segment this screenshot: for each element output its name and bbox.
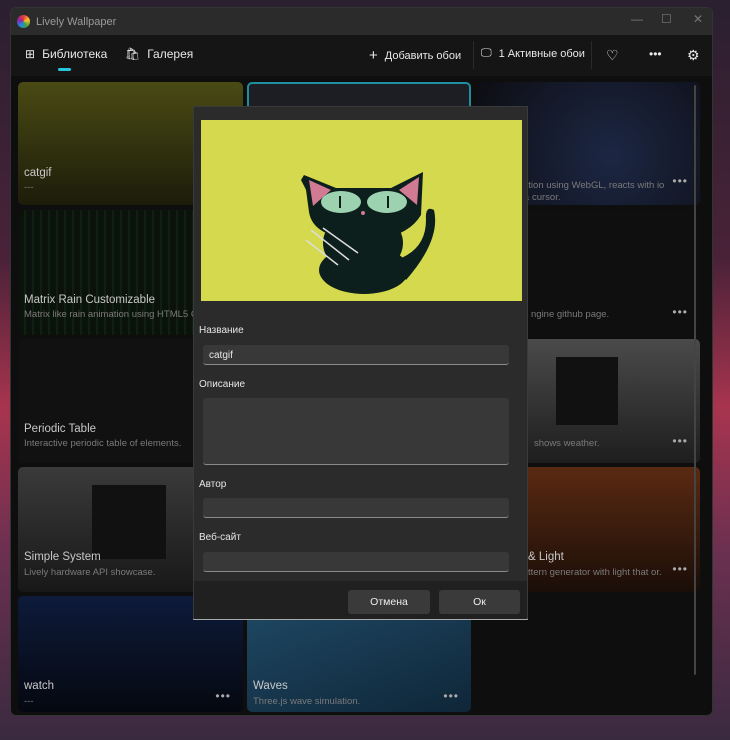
more-icon: ••• bbox=[649, 47, 662, 61]
card-description: --- bbox=[24, 696, 34, 707]
active-tab-indicator bbox=[58, 68, 71, 71]
author-label: Автор bbox=[199, 479, 227, 490]
card-title: & Light bbox=[528, 551, 564, 563]
tab-gallery[interactable]: 🛍︎ Галерея bbox=[125, 47, 193, 61]
card-title: catgif bbox=[24, 167, 52, 179]
add-wallpaper-button[interactable]: + Добавить обои bbox=[369, 47, 461, 64]
scrollbar[interactable] bbox=[694, 85, 696, 675]
lively-logo-icon bbox=[17, 15, 30, 28]
add-wallpaper-label: Добавить обои bbox=[384, 49, 462, 62]
divider bbox=[473, 41, 474, 69]
name-label: Название bbox=[199, 325, 244, 336]
more-options-button[interactable]: ••• bbox=[672, 305, 688, 319]
card-title: watch bbox=[24, 680, 55, 692]
more-options-button[interactable]: ••• bbox=[443, 689, 459, 703]
author-input[interactable] bbox=[203, 498, 509, 518]
website-label: Веб-сайт bbox=[199, 532, 241, 543]
heart-icon: ♡ bbox=[606, 47, 619, 63]
window-title: Lively Wallpaper bbox=[36, 15, 117, 28]
card-title: Waves bbox=[253, 680, 288, 692]
card-description: ation using WebGL, reacts with io & curs… bbox=[523, 180, 665, 203]
shopping-bag-icon: 🛍︎ bbox=[125, 47, 141, 61]
ok-button[interactable]: Ок bbox=[439, 590, 520, 614]
tab-library[interactable]: ⊞ Библиотека bbox=[25, 47, 107, 61]
more-button[interactable]: ••• bbox=[649, 47, 662, 61]
divider bbox=[591, 41, 592, 69]
name-input[interactable]: catgif bbox=[203, 345, 509, 365]
monitor-icon: 🖵 bbox=[481, 47, 492, 59]
more-options-button[interactable]: ••• bbox=[672, 562, 688, 576]
wallpaper-preview bbox=[201, 120, 522, 301]
favorite-button[interactable]: ♡ bbox=[606, 47, 619, 64]
more-options-button[interactable]: ••• bbox=[672, 174, 688, 188]
cat-image bbox=[301, 172, 436, 294]
active-wallpapers-button[interactable]: 🖵 1 Активные обои bbox=[481, 47, 585, 60]
website-input[interactable] bbox=[203, 552, 509, 572]
active-wallpapers-label: 1 Активные обои bbox=[498, 47, 585, 60]
title-bar: Lively Wallpaper — ☐ ✕ bbox=[11, 8, 712, 35]
top-nav: ⊞ Библиотека 🛍︎ Галерея + Добавить обои 🖵 1 … bbox=[11, 35, 712, 76]
tab-gallery-label: Галерея bbox=[147, 47, 194, 61]
card-title: Matrix Rain Customizable bbox=[24, 294, 156, 306]
weather-widget-preview bbox=[556, 357, 618, 425]
cancel-button[interactable]: Отмена bbox=[348, 590, 430, 614]
gear-icon: ⚙ bbox=[687, 47, 700, 63]
description-label: Описание bbox=[199, 379, 246, 390]
card-title: Periodic Table bbox=[24, 423, 97, 435]
more-options-button[interactable]: ••• bbox=[672, 434, 688, 448]
grid-icon: ⊞ bbox=[25, 47, 36, 61]
motherboard-preview bbox=[92, 485, 166, 559]
maximize-button[interactable]: ☐ bbox=[661, 12, 672, 26]
description-input[interactable] bbox=[203, 398, 509, 465]
dialog-footer: Отмена Ок bbox=[194, 581, 527, 619]
minimize-button[interactable]: — bbox=[631, 12, 643, 26]
card-description: ttern generator with light that or. bbox=[528, 567, 662, 578]
more-options-button[interactable]: ••• bbox=[215, 689, 231, 703]
tab-library-label: Библиотека bbox=[42, 47, 108, 61]
settings-button[interactable]: ⚙ bbox=[687, 47, 700, 64]
card-title: Simple System bbox=[24, 551, 101, 563]
edit-wallpaper-dialog: Название catgif Описание Автор Веб-сайт … bbox=[193, 106, 528, 620]
plus-icon: + bbox=[369, 47, 378, 64]
close-button[interactable]: ✕ bbox=[693, 12, 703, 26]
card-description: Three.js wave simulation. bbox=[253, 696, 361, 707]
